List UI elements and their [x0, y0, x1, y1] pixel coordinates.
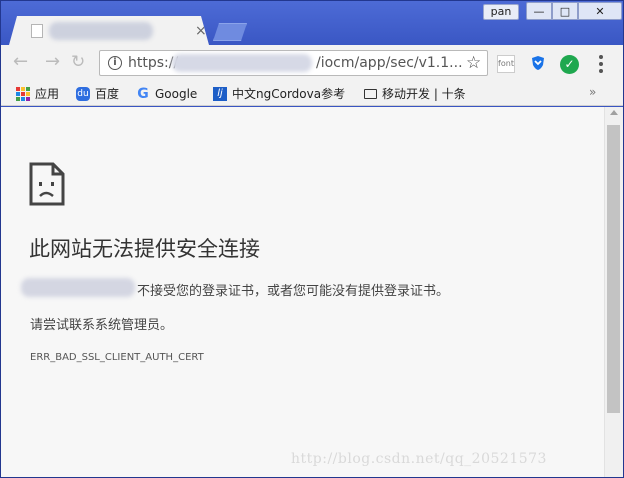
- admin-message: 请尝试联系系统管理员。: [30, 318, 174, 333]
- check-extension-icon[interactable]: ✓: [560, 55, 579, 74]
- active-tab[interactable]: ×: [9, 16, 209, 45]
- screen-icon: [364, 88, 377, 99]
- menu-icon[interactable]: [599, 55, 603, 73]
- page-content: 此网站无法提供安全连接 不接受您的登录证书，或者您可能没有提供登录证书。 请尝试…: [1, 107, 604, 477]
- bookmark-label: 中文ngCordova参考: [232, 87, 346, 101]
- error-title: 此网站无法提供安全连接: [29, 237, 260, 261]
- bookmark-mobile-dev[interactable]: 移动开发 | 十条: [364, 84, 466, 103]
- sad-page-icon: [29, 162, 65, 206]
- bookmark-star-icon[interactable]: ☆: [466, 53, 481, 73]
- new-tab-button[interactable]: [213, 23, 247, 41]
- toolbar: ← → ↻ i https:// /iocm/app/sec/v1.1... ☆…: [1, 45, 623, 81]
- font-extension-icon[interactable]: font: [497, 55, 515, 73]
- scroll-thumb[interactable]: [607, 125, 620, 413]
- watermark: http://blog.csdn.net/qq_20521573: [291, 451, 547, 467]
- bookmark-label: 应用: [35, 87, 60, 101]
- url-path: /iocm/app/sec/v1.1...: [316, 55, 463, 71]
- title-bar[interactable]: × pan — □ ✕: [1, 1, 623, 45]
- baidu-icon: du: [76, 86, 90, 101]
- tab-title-redacted: [49, 22, 153, 40]
- tab-close-icon[interactable]: ×: [195, 24, 207, 38]
- apps-grid-icon: [16, 86, 30, 101]
- bookmark-label: Google: [155, 86, 198, 101]
- maximize-button[interactable]: □: [552, 2, 578, 20]
- close-button[interactable]: ✕: [578, 2, 622, 20]
- address-bar[interactable]: i https:// /iocm/app/sec/v1.1... ☆: [99, 50, 488, 76]
- error-code: ERR_BAD_SSL_CLIENT_AUTH_CERT: [30, 352, 204, 363]
- url-host-redacted: [172, 54, 312, 72]
- url-scheme: https://: [128, 55, 179, 71]
- bookmark-baidu[interactable]: du 百度: [76, 84, 119, 103]
- bookmark-label: 移动开发 | 十条: [382, 87, 466, 101]
- google-icon: G: [137, 85, 149, 102]
- bookmark-label: 百度: [95, 87, 120, 101]
- bookmark-apps[interactable]: 应用: [16, 84, 59, 103]
- more-bookmarks-icon[interactable]: »: [589, 85, 596, 99]
- shield-extension-icon[interactable]: [529, 55, 547, 73]
- shield-icon: [532, 56, 544, 70]
- bookmarks-bar: 应用 du 百度 G Google lj 中文ngCordova参考 移动开发 …: [1, 81, 623, 106]
- hostname-redacted: [21, 278, 135, 297]
- back-icon[interactable]: ←: [13, 53, 28, 71]
- forward-icon[interactable]: →: [45, 53, 60, 71]
- bookmark-ngcordova[interactable]: lj 中文ngCordova参考: [213, 84, 345, 103]
- scroll-up-arrow-icon[interactable]: [610, 110, 618, 115]
- reload-icon[interactable]: ↻: [71, 53, 85, 71]
- bookmark-google[interactable]: G Google: [136, 84, 197, 103]
- vertical-scrollbar[interactable]: [604, 107, 623, 477]
- minimize-button[interactable]: —: [526, 2, 552, 20]
- site-info-icon[interactable]: i: [108, 56, 122, 70]
- cert-message: 不接受您的登录证书，或者您可能没有提供登录证书。: [137, 284, 450, 299]
- page-icon: [31, 24, 43, 38]
- browser-window: × pan — □ ✕ ← → ↻ i https:// /iocm/app/s…: [0, 0, 624, 478]
- ngcordova-icon: lj: [213, 86, 227, 101]
- profile-button[interactable]: pan: [483, 4, 519, 20]
